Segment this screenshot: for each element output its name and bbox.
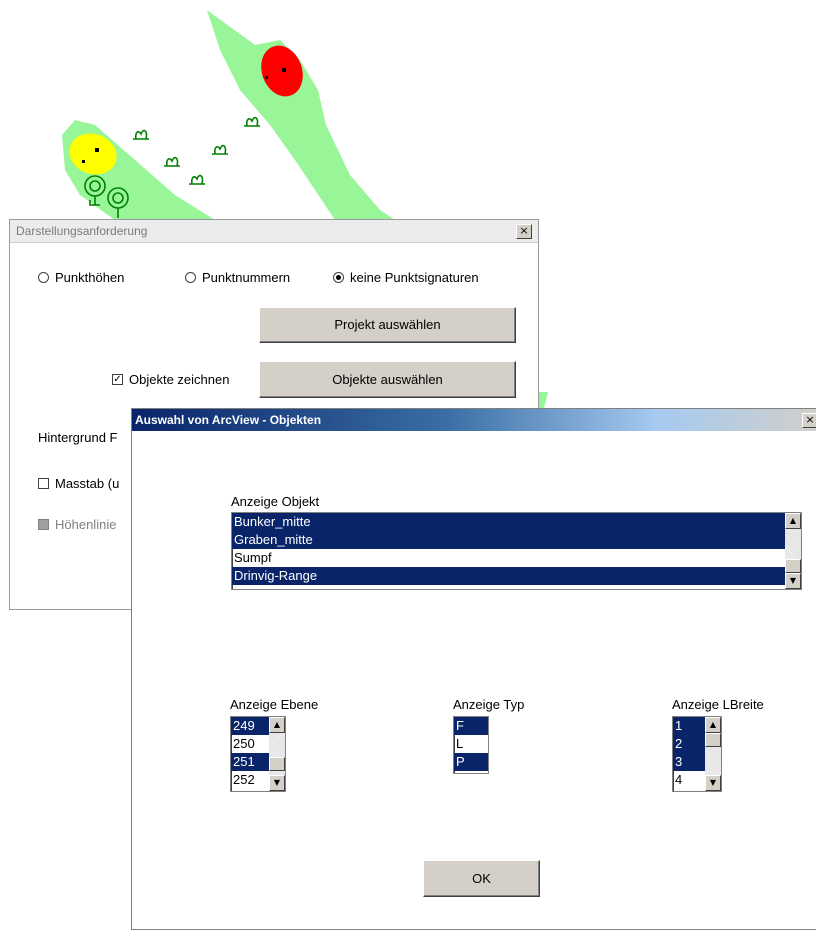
radio-circle-icon [185, 272, 196, 283]
linewidth-list-label: Anzeige LBreite [672, 697, 764, 712]
object-list-label: Anzeige Objekt [231, 494, 320, 509]
close-icon[interactable]: × [516, 224, 532, 239]
checkbox-label: Masstab (u [55, 476, 120, 491]
green-area-right [207, 10, 395, 220]
marsh-symbol-icon [212, 144, 228, 155]
radio-keine-punktsignaturen[interactable]: keine Punktsignaturen [333, 270, 479, 285]
dialog-title: Auswahl von ArcView - Objekten [135, 413, 322, 427]
dialog-title: Darstellungsanforderung [16, 224, 148, 238]
radio-label: Punktnummern [202, 270, 291, 285]
draw-objects-checkbox[interactable]: ✓ Objekte zeichnen [112, 372, 229, 387]
list-item[interactable]: P [454, 753, 488, 771]
radio-circle-icon [38, 272, 49, 283]
marsh-symbol-icon [133, 129, 149, 140]
list-item[interactable]: F [454, 717, 488, 735]
dialog-titlebar: Darstellungsanforderung × [10, 220, 538, 243]
contour-lines-checkbox[interactable]: Höhenlinie [38, 517, 116, 532]
linewidth-listbox[interactable]: 1 2 3 4 ▲ ▼ [672, 716, 722, 792]
scroll-thumb[interactable] [269, 757, 285, 771]
radio-label: Punkthöhen [55, 270, 125, 285]
object-listbox[interactable]: Bunker_mitte Graben_mitte Sumpf Drinvig-… [231, 512, 802, 590]
close-icon[interactable]: × [802, 413, 816, 428]
checkbox-label: Objekte zeichnen [129, 372, 230, 387]
type-list-label: Anzeige Typ [453, 697, 525, 712]
radio-selected-icon [333, 272, 344, 283]
point-marker [265, 76, 268, 79]
checkbox-label: Höhenlinie [55, 517, 117, 532]
point-marker [282, 68, 286, 72]
scroll-up-icon[interactable]: ▲ [785, 513, 801, 529]
select-objects-button[interactable]: Objekte auswählen [259, 361, 516, 398]
select-project-button[interactable]: Projekt auswählen [259, 307, 516, 343]
radio-punktnummern[interactable]: Punktnummern [185, 270, 290, 285]
list-item[interactable]: Graben_mitte [232, 531, 801, 549]
scroll-up-icon[interactable]: ▲ [269, 717, 285, 733]
list-item[interactable]: Sumpf [232, 549, 801, 567]
checkbox-icon [38, 478, 49, 489]
background-label: Hintergrund F [38, 430, 118, 445]
dialog-titlebar: Auswahl von ArcView - Objekten × [132, 409, 816, 431]
checkbox-disabled-icon [38, 519, 49, 530]
list-item[interactable]: Bunker_mitte [232, 513, 801, 531]
radio-punkthoehen[interactable]: Punkthöhen [38, 270, 124, 285]
checkbox-checked-icon: ✓ [112, 374, 123, 385]
scroll-down-icon[interactable]: ▼ [705, 775, 721, 791]
marsh-symbol-icon [244, 116, 260, 127]
linewidth-scrollbar[interactable]: ▲ ▼ [705, 717, 721, 791]
scroll-down-icon[interactable]: ▼ [785, 573, 801, 589]
marsh-symbol-icon [189, 174, 205, 185]
layer-list-label: Anzeige Ebene [230, 697, 319, 712]
marsh-symbol-icon [164, 156, 180, 167]
point-marker [95, 148, 99, 152]
object-scrollbar[interactable]: ▲ ▼ [785, 513, 801, 589]
radio-label: keine Punktsignaturen [350, 270, 479, 285]
scroll-up-icon[interactable]: ▲ [705, 717, 721, 733]
point-marker [82, 160, 85, 163]
list-item[interactable]: L [454, 735, 488, 753]
type-listbox[interactable]: F L P [453, 716, 489, 774]
arcview-selection-dialog: Auswahl von ArcView - Objekten × Anzeige… [131, 408, 816, 930]
scroll-thumb[interactable] [785, 559, 801, 573]
list-item[interactable]: Drinvig-Range [232, 567, 801, 585]
layer-listbox[interactable]: 249 250 251 252 ▲ ▼ [230, 716, 286, 792]
ok-button[interactable]: OK [423, 860, 540, 897]
scroll-thumb[interactable] [705, 733, 721, 747]
scroll-down-icon[interactable]: ▼ [269, 775, 285, 791]
scale-checkbox[interactable]: Masstab (u [38, 476, 119, 491]
layer-scrollbar[interactable]: ▲ ▼ [269, 717, 285, 791]
